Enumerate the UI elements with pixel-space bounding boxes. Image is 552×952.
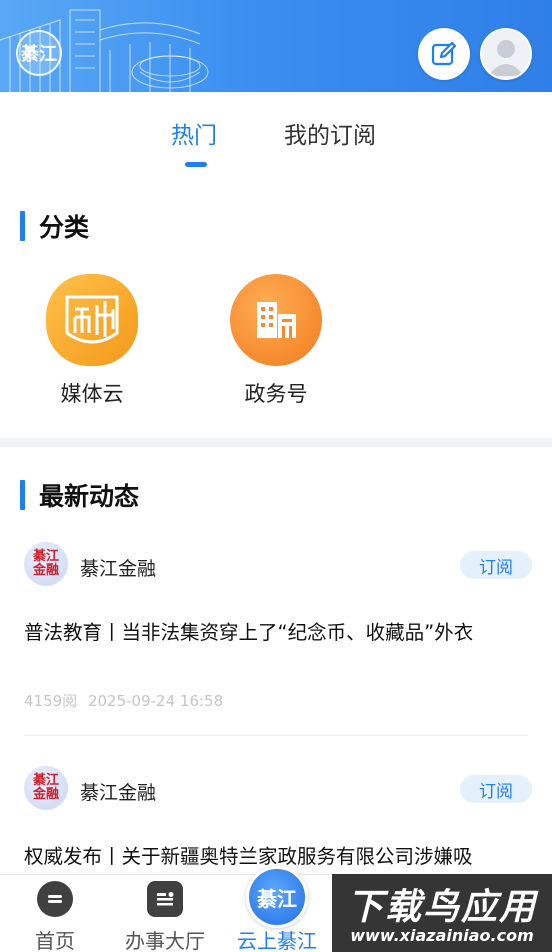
user-avatar-button[interactable]: [480, 28, 532, 80]
center-logo-text: 綦江: [257, 886, 297, 911]
service-hall-icon: [147, 881, 183, 917]
app-logo[interactable]: 綦江: [16, 30, 62, 76]
cloud-qijiang-logo-icon[interactable]: 綦江: [246, 866, 308, 928]
media-cloud-glyph: [65, 295, 119, 344]
source-name[interactable]: 綦江金融: [80, 778, 156, 805]
source-avatar[interactable]: 綦江金融: [24, 766, 68, 810]
nav-service-hall[interactable]: 办事大厅: [110, 875, 220, 952]
news-headline[interactable]: 普法教育丨当非法集资穿上了“纪念币、收藏品”外衣: [24, 616, 530, 645]
category-label: 政务号: [244, 382, 308, 406]
active-tab-indicator: [185, 162, 207, 167]
category-media-cloud[interactable]: 媒体云: [32, 274, 152, 408]
news-item[interactable]: 綦江金融 綦江金融 订阅 权威发布丨关于新疆奥特兰家政服务有限公司涉嫌吸: [0, 764, 552, 874]
media-cloud-icon: [46, 274, 138, 366]
news-meta: 4159阅 2025-09-24 16:58: [24, 690, 223, 711]
watermark-overlay: 下载鸟应用 www.xiazainiao.com: [332, 874, 552, 952]
tab-hot[interactable]: 热门: [171, 116, 217, 150]
news-headline[interactable]: 权威发布丨关于新疆奥特兰家政服务有限公司涉嫌吸: [24, 840, 530, 869]
publish-time: 2025-09-24 16:58: [87, 692, 224, 710]
edit-icon: [431, 41, 457, 66]
nav-label: 云上綦江: [237, 929, 317, 952]
category-label: 媒体云: [60, 382, 124, 406]
app-header: 綦江: [0, 0, 552, 92]
subscribe-button[interactable]: 订阅: [460, 775, 532, 803]
news-item[interactable]: 綦江金融 綦江金融 订阅 普法教育丨当非法集资穿上了“纪念币、收藏品”外衣 41…: [0, 540, 552, 740]
section-accent-bar: [20, 211, 25, 241]
source-avatar-text: 綦江金融: [32, 773, 59, 802]
watermark-sub-text: www.xiazainiao.com: [350, 926, 534, 945]
section-accent-bar: [20, 480, 25, 510]
latest-title: 最新动态: [39, 482, 140, 511]
categories-section-header: 分类: [20, 208, 89, 244]
source-name[interactable]: 綦江金融: [80, 554, 156, 581]
section-divider: [0, 438, 552, 447]
watermark-main-text: 下载鸟应用: [346, 887, 537, 928]
source-avatar[interactable]: 綦江金融: [24, 542, 68, 586]
nav-home[interactable]: 首页: [0, 875, 110, 952]
tab-my-subscriptions[interactable]: 我的订阅: [284, 116, 376, 150]
home-icon: [37, 881, 73, 917]
building-glyph: [257, 302, 296, 338]
edit-button[interactable]: [418, 28, 470, 80]
user-avatar-icon: [488, 40, 524, 76]
categories-title: 分类: [39, 213, 90, 242]
category-government[interactable]: 政务号: [216, 274, 336, 408]
source-avatar-text: 綦江金融: [32, 549, 59, 578]
view-count: 4159阅: [24, 692, 78, 710]
nav-label: 首页: [35, 929, 75, 952]
app-logo-text: 綦江: [21, 44, 57, 65]
feed-tabs: 热门 我的订阅: [0, 92, 552, 178]
nav-label: 办事大厅: [125, 929, 205, 952]
item-separator: [24, 735, 528, 736]
subscribe-button[interactable]: 订阅: [460, 551, 532, 579]
government-building-icon: [230, 274, 322, 366]
latest-section-header: 最新动态: [20, 477, 139, 513]
